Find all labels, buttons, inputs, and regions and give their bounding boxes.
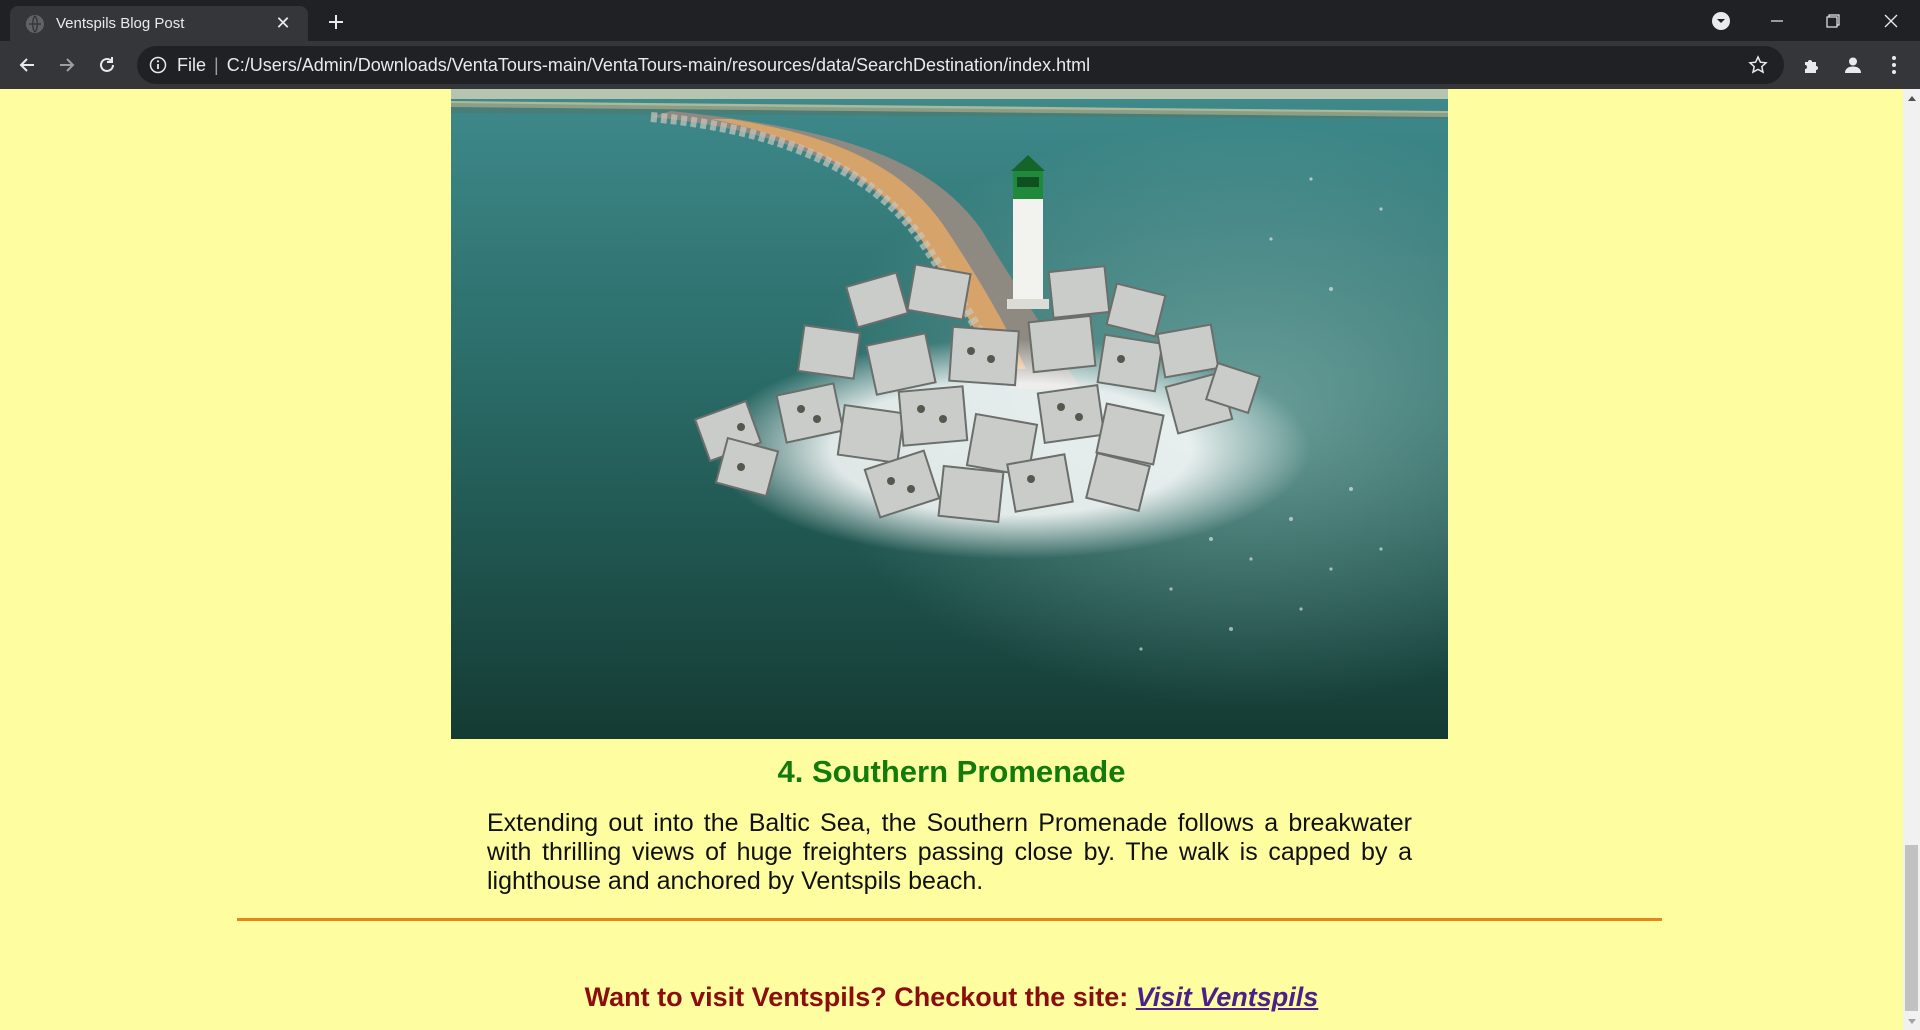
globe-icon — [26, 14, 44, 33]
star-icon[interactable] — [1746, 53, 1770, 77]
arrow-left-icon[interactable] — [12, 50, 42, 80]
section-description: Extending out into the Baltic Sea, the S… — [487, 809, 1412, 895]
vertical-scrollbar[interactable] — [1903, 89, 1920, 1030]
scrollbar-thumb[interactable] — [1905, 845, 1918, 1011]
minimize-button[interactable] — [1749, 0, 1805, 41]
url-separator: | — [214, 54, 219, 75]
arrow-right-icon[interactable] — [52, 50, 82, 80]
person-icon[interactable] — [1841, 53, 1865, 77]
browser-toolbar: File | C:/Users/Admin/Downloads/VentaTou… — [0, 41, 1920, 89]
reload-icon[interactable] — [92, 50, 122, 80]
info-icon[interactable] — [149, 56, 167, 74]
breakwater-lighthouse-photo — [451, 89, 1448, 739]
visit-cta: Want to visit Ventspils? Checkout the si… — [0, 982, 1903, 1013]
restore-button[interactable] — [1805, 0, 1861, 41]
address-bar[interactable]: File | C:/Users/Admin/Downloads/VentaTou… — [137, 46, 1784, 84]
url-text[interactable]: C:/Users/Admin/Downloads/VentaTours-main… — [227, 55, 1746, 76]
cta-text: Want to visit Ventspils? Checkout the si… — [584, 982, 1136, 1012]
kebab-menu-icon[interactable] — [1882, 53, 1906, 77]
tab-search-icon[interactable] — [1709, 9, 1733, 33]
horizontal-divider — [237, 918, 1662, 921]
tab-strip: Ventspils Blog Post ✕ — [0, 0, 1920, 41]
tab-title: Ventspils Blog Post — [56, 15, 185, 32]
page-viewport: 4. Southern Promenade Extending out into… — [0, 89, 1903, 1030]
url-scheme-label: File — [177, 54, 207, 75]
close-window-button[interactable] — [1863, 0, 1919, 41]
section-title: 4. Southern Promenade — [777, 754, 1126, 789]
puzzle-icon[interactable] — [1800, 53, 1824, 77]
close-tab-icon[interactable]: ✕ — [272, 13, 294, 35]
scroll-up-arrow-icon[interactable] — [1903, 89, 1920, 106]
new-tab-button[interactable] — [322, 8, 350, 36]
visit-ventspils-link[interactable]: Visit Ventspils — [1136, 982, 1319, 1012]
scroll-down-arrow-icon[interactable] — [1903, 1013, 1920, 1030]
browser-tab[interactable]: Ventspils Blog Post ✕ — [10, 6, 308, 41]
